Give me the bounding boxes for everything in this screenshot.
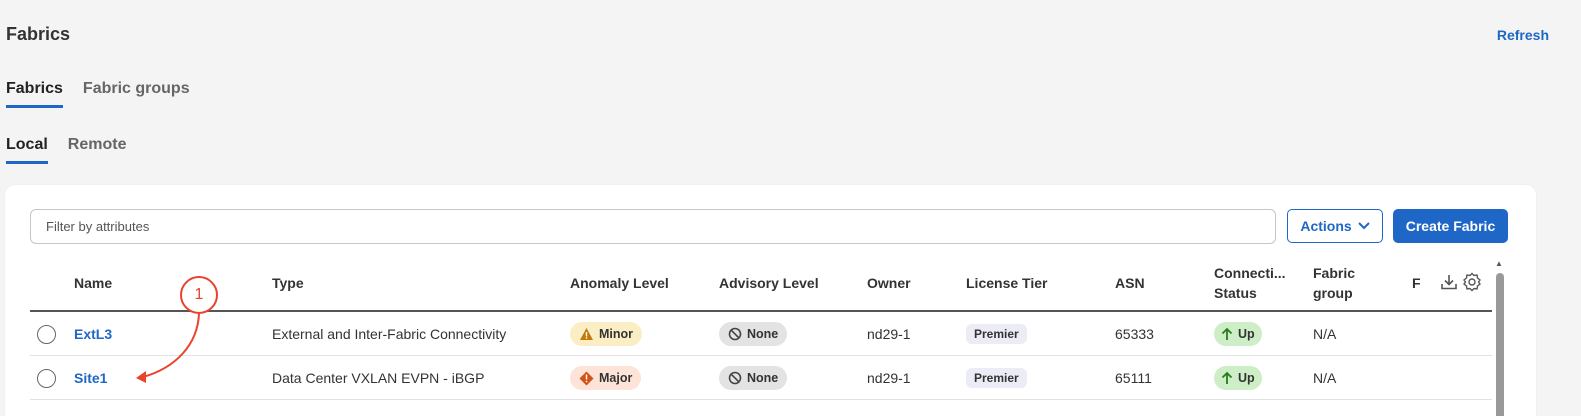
fabrics-table: Name Type Anomaly Level Advisory Level O…	[30, 257, 1492, 400]
fabrics-card: Actions Create Fabric Name Type Anomaly …	[5, 185, 1536, 416]
anomaly-label: Major	[599, 371, 633, 385]
advisory-badge: None	[719, 322, 788, 346]
col-type[interactable]: Type	[272, 273, 304, 293]
col-license-tier[interactable]: License Tier	[966, 273, 1047, 293]
major-icon	[579, 371, 594, 385]
filter-input[interactable]	[30, 209, 1276, 244]
primary-tabs: Fabrics Fabric groups	[6, 80, 190, 108]
col-truncated[interactable]: F	[1412, 273, 1422, 293]
col-connectivity-status[interactable]: Connecti... Status	[1214, 263, 1286, 303]
arrow-up-icon	[1221, 327, 1233, 340]
blocked-icon	[728, 371, 742, 385]
anomaly-badge: Minor	[570, 322, 643, 346]
asn: 65333	[1115, 326, 1154, 342]
table-row[interactable]: ExtL3 External and Inter-Fabric Connecti…	[30, 312, 1492, 356]
table-row[interactable]: Site1 Data Center VXLAN EVPN - iBGP Majo…	[30, 356, 1492, 400]
row-select-radio[interactable]	[37, 324, 56, 344]
col-name[interactable]: Name	[74, 273, 112, 293]
download-icon[interactable]	[1440, 273, 1458, 291]
col-connectivity-line2: Status	[1214, 285, 1257, 301]
anomaly-badge: Major	[570, 366, 642, 390]
row-select-radio[interactable]	[37, 368, 56, 388]
col-fabric-group-line2: group	[1313, 285, 1353, 301]
asn: 65111	[1115, 370, 1152, 386]
tab-remote[interactable]: Remote	[68, 136, 127, 164]
connectivity-badge: Up	[1214, 322, 1262, 346]
fabric-type: Data Center VXLAN EVPN - iBGP	[272, 370, 485, 386]
col-owner[interactable]: Owner	[867, 273, 911, 293]
scroll-up-icon[interactable]: ▲	[1495, 259, 1503, 268]
page-title: Fabrics	[6, 24, 71, 44]
blocked-icon	[728, 327, 742, 341]
fabric-name-link[interactable]: ExtL3	[74, 326, 112, 342]
fabric-type: External and Inter-Fabric Connectivity	[272, 326, 507, 342]
tab-fabric-groups[interactable]: Fabric groups	[83, 80, 190, 108]
actions-button[interactable]: Actions	[1287, 209, 1383, 243]
col-advisory-level[interactable]: Advisory Level	[719, 273, 819, 293]
col-connectivity-line1: Connecti...	[1214, 265, 1286, 281]
annotation-callout: 1	[180, 276, 218, 314]
tab-fabrics[interactable]: Fabrics	[6, 80, 63, 108]
fabric-name-link[interactable]: Site1	[74, 370, 107, 386]
tab-local[interactable]: Local	[6, 136, 48, 164]
col-fabric-group[interactable]: Fabric group	[1313, 263, 1355, 303]
advisory-label: None	[747, 371, 779, 385]
refresh-link[interactable]: Refresh	[1497, 27, 1549, 43]
gear-icon[interactable]	[1462, 272, 1482, 292]
chevron-down-icon	[1357, 222, 1370, 230]
warning-icon	[580, 328, 593, 340]
col-asn[interactable]: ASN	[1115, 273, 1145, 293]
owner: nd29-1	[867, 370, 911, 386]
vertical-scrollbar[interactable]	[1496, 273, 1504, 416]
fabric-group: N/A	[1313, 370, 1337, 386]
connectivity-badge: Up	[1214, 366, 1262, 390]
license-badge: Premier	[966, 368, 1027, 388]
secondary-tabs: Local Remote	[6, 136, 126, 164]
actions-label: Actions	[1300, 218, 1352, 234]
col-fabric-group-line1: Fabric	[1313, 265, 1356, 281]
arrow-up-icon	[1221, 371, 1233, 384]
col-anomaly-level[interactable]: Anomaly Level	[570, 273, 669, 293]
anomaly-label: Minor	[599, 327, 634, 341]
advisory-badge: None	[719, 366, 788, 390]
connectivity-label: Up	[1238, 371, 1255, 385]
owner: nd29-1	[867, 326, 911, 342]
license-badge: Premier	[966, 324, 1027, 344]
fabric-group: N/A	[1313, 326, 1337, 342]
table-header: Name Type Anomaly Level Advisory Level O…	[30, 257, 1492, 312]
connectivity-label: Up	[1238, 327, 1255, 341]
advisory-label: None	[747, 327, 779, 341]
create-fabric-button[interactable]: Create Fabric	[1393, 209, 1508, 243]
